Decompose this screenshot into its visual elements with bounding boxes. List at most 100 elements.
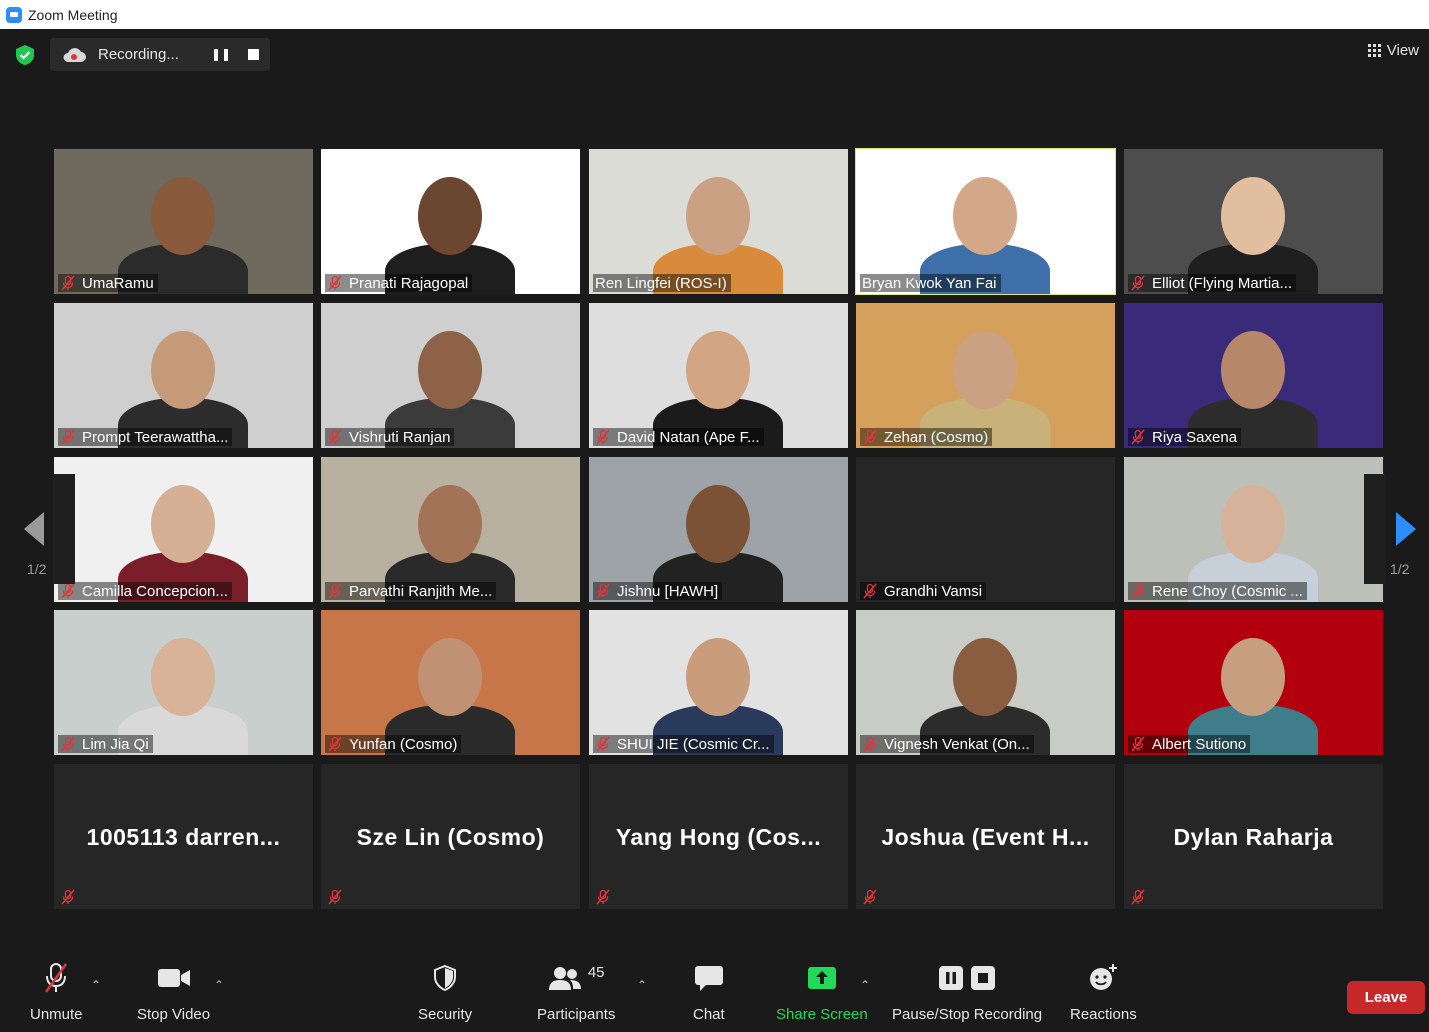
- participant-name-label: Ren Lingfei (ROS-I): [593, 274, 731, 292]
- video-tile[interactable]: UmaRamu: [54, 149, 313, 294]
- participant-name-label: Yunfan (Cosmo): [325, 735, 462, 753]
- stop-icon: [971, 966, 996, 990]
- muted-mic-icon: [60, 889, 76, 905]
- video-options-caret-icon[interactable]: ⌃: [214, 978, 224, 992]
- participant-display-name: Yang Hong (Cos...: [615, 824, 822, 850]
- pause-stop-recording-button[interactable]: Pause/Stop Recording: [892, 960, 1042, 1023]
- participant-head: [686, 485, 750, 563]
- participant-name-label: Riya Saxena: [1128, 428, 1242, 446]
- video-tile[interactable]: Albert Sutiono: [1124, 610, 1383, 755]
- muted-mic-icon: [327, 889, 343, 905]
- unmute-button[interactable]: Unmute: [30, 960, 83, 1023]
- participant-name: Lim Jia Qi: [82, 735, 149, 753]
- chat-bubble-icon: [694, 966, 723, 991]
- participant-name-label: Vishruti Ranjan: [325, 428, 455, 446]
- name-only-tile[interactable]: Joshua (Event H...: [856, 764, 1115, 909]
- participant-display-name: Dylan Raharja: [1173, 824, 1334, 850]
- share-options-caret-icon[interactable]: ⌃: [860, 978, 870, 992]
- participant-name-label: David Natan (Ape F...: [593, 428, 764, 446]
- security-label: Security: [418, 1006, 473, 1023]
- leave-button[interactable]: Leave: [1347, 981, 1425, 1014]
- participant-name-label: Bryan Kwok Yan Fai: [860, 274, 1001, 292]
- video-tile[interactable]: Riya Saxena: [1124, 303, 1383, 448]
- participant-head: [1221, 485, 1285, 563]
- view-button[interactable]: View: [1367, 42, 1419, 59]
- video-tile[interactable]: Lim Jia Qi: [54, 610, 313, 755]
- muted-mic-icon: [327, 736, 343, 752]
- chat-label: Chat: [693, 1006, 725, 1023]
- participant-name-label: Camilla Concepcion...: [58, 582, 232, 600]
- share-screen-icon: [807, 967, 836, 989]
- participant-name-label: Pranati Rajagopal: [325, 274, 473, 292]
- muted-mic-icon: [327, 429, 343, 445]
- video-tile[interactable]: David Natan (Ape F...: [589, 303, 848, 448]
- participant-head: [151, 485, 215, 563]
- video-tile[interactable]: Vishruti Ranjan: [321, 303, 580, 448]
- video-tile[interactable]: Prompt Teerawattha...: [54, 303, 313, 448]
- participant-name: Vishruti Ranjan: [349, 428, 451, 446]
- participant-display-name: Sze Lin (Cosmo): [356, 824, 545, 850]
- page-indicator-right: 1/2: [1390, 561, 1410, 577]
- next-page-icon[interactable]: [1396, 512, 1416, 546]
- participant-head: [1221, 331, 1285, 409]
- prev-page-icon[interactable]: [24, 512, 44, 546]
- participant-name-label: Vignesh Venkat (On...: [860, 735, 1034, 753]
- muted-mic-icon: [595, 429, 611, 445]
- prev-page-strip: [53, 474, 75, 584]
- video-tile[interactable]: Parvathi Ranjith Me...: [321, 457, 580, 602]
- stop-video-button[interactable]: Stop Video: [137, 960, 210, 1023]
- stop-recording-icon[interactable]: [248, 49, 259, 60]
- participant-head: [418, 177, 482, 255]
- participant-name: Yunfan (Cosmo): [349, 735, 458, 753]
- muted-mic-icon: [862, 583, 878, 599]
- video-tile[interactable]: Grandhi Vamsi: [856, 457, 1115, 602]
- security-button[interactable]: Security: [418, 960, 472, 1023]
- video-tile[interactable]: Rene Choy (Cosmic ...: [1124, 457, 1383, 602]
- participants-button[interactable]: 45 Participants: [537, 960, 615, 1024]
- pause-recording-icon[interactable]: [214, 48, 228, 62]
- video-tile[interactable]: Bryan Kwok Yan Fai: [855, 148, 1116, 295]
- muted-mic-icon: [1130, 583, 1146, 599]
- participant-head: [953, 331, 1017, 409]
- chat-button[interactable]: Chat: [693, 960, 725, 1023]
- participant-name-label: Parvathi Ranjith Me...: [325, 582, 497, 600]
- participant-name-label: Rene Choy (Cosmic ...: [1128, 582, 1307, 600]
- reactions-label: Reactions: [1070, 1006, 1137, 1023]
- participant-head: [953, 638, 1017, 716]
- participant-name-label: Elliot (Flying Martia...: [1128, 274, 1297, 292]
- participant-name: Prompt Teerawattha...: [82, 428, 229, 446]
- participant-name: Ren Lingfei (ROS-I): [595, 274, 727, 292]
- participants-options-caret-icon[interactable]: ⌃: [637, 978, 647, 992]
- video-tile[interactable]: Jishnu [HAWH]: [589, 457, 848, 602]
- video-tile[interactable]: Ren Lingfei (ROS-I): [589, 149, 848, 294]
- participant-head: [686, 177, 750, 255]
- muted-mic-icon: [60, 429, 76, 445]
- share-screen-button[interactable]: Share Screen: [776, 960, 868, 1023]
- participant-name-label: Grandhi Vamsi: [860, 582, 987, 600]
- video-feed: [856, 457, 1115, 602]
- participant-name-label: Lim Jia Qi: [58, 735, 153, 753]
- name-only-tile[interactable]: Sze Lin (Cosmo): [321, 764, 580, 909]
- reactions-button[interactable]: Reactions: [1070, 960, 1137, 1023]
- muted-mic-icon: [1130, 889, 1146, 905]
- video-tile[interactable]: Vignesh Venkat (On...: [856, 610, 1115, 755]
- video-tile[interactable]: Zehan (Cosmo): [856, 303, 1115, 448]
- participant-name: Jishnu [HAWH]: [617, 582, 719, 600]
- video-tile[interactable]: Elliot (Flying Martia...: [1124, 149, 1383, 294]
- participant-name: Bryan Kwok Yan Fai: [862, 274, 997, 292]
- video-tile[interactable]: SHUI JIE (Cosmic Cr...: [589, 610, 848, 755]
- participant-name: Riya Saxena: [1152, 428, 1238, 446]
- video-tile[interactable]: Pranati Rajagopal: [321, 149, 580, 294]
- encryption-shield-icon[interactable]: [14, 44, 36, 66]
- name-only-tile[interactable]: Dylan Raharja: [1124, 764, 1383, 909]
- video-tile[interactable]: Yunfan (Cosmo): [321, 610, 580, 755]
- meeting-toolbar: Unmute Stop Video Security 45 Participan…: [0, 960, 1429, 1032]
- name-only-tile[interactable]: 1005113 darren...: [54, 764, 313, 909]
- muted-mic-icon: [862, 736, 878, 752]
- audio-options-caret-icon[interactable]: ⌃: [91, 978, 101, 992]
- video-tile[interactable]: Camilla Concepcion...: [54, 457, 313, 602]
- participant-name: Vignesh Venkat (On...: [884, 735, 1030, 753]
- name-only-tile[interactable]: Yang Hong (Cos...: [589, 764, 848, 909]
- participant-name: Parvathi Ranjith Me...: [349, 582, 493, 600]
- cloud-recording-icon: [63, 47, 86, 62]
